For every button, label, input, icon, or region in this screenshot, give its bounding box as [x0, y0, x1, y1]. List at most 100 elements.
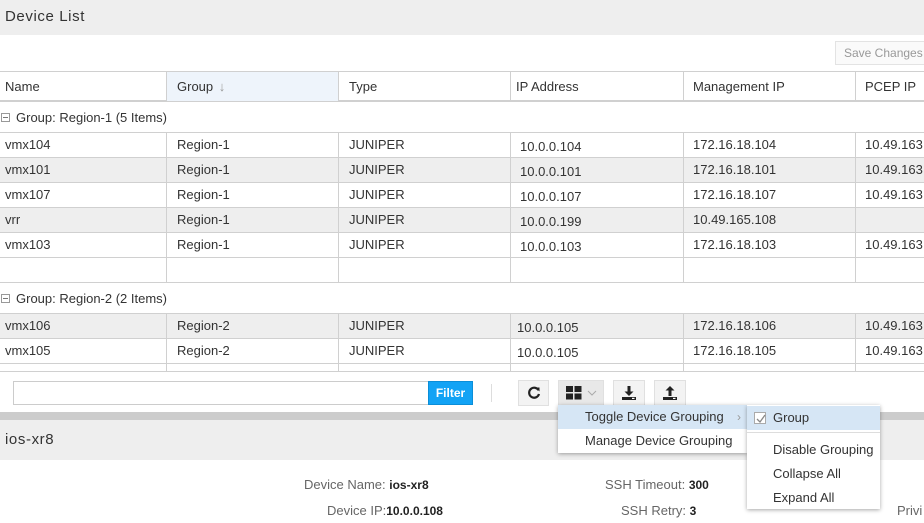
- group-row-region-2[interactable]: Group: Region-2 (2 Items): [0, 283, 924, 314]
- save-changes-button[interactable]: Save Changes: [835, 41, 924, 65]
- cell-group: Region-1: [167, 208, 339, 232]
- cell-ip: 10.0.0.107: [511, 183, 684, 207]
- table-row-partial: [0, 364, 924, 372]
- field-ssh-timeout: SSH Timeout: 300: [605, 477, 709, 492]
- field-device-ip: Device IP:10.0.0.108: [327, 503, 443, 518]
- empty-cell: [511, 364, 684, 372]
- collapse-icon[interactable]: [1, 113, 10, 122]
- submenu-item-expand-all[interactable]: Expand All: [747, 486, 880, 510]
- cell-type: JUNIPER: [339, 133, 511, 157]
- field-device-name: Device Name: ios-xr8: [304, 477, 429, 492]
- field-label: Device Name:: [304, 477, 386, 492]
- field-label: Device IP:: [327, 503, 387, 518]
- menu-item-toggle-device-grouping[interactable]: Toggle Device Grouping ›: [558, 405, 747, 429]
- menu-item-label: Manage Device Grouping: [585, 433, 733, 448]
- cell-ip: 10.0.0.199: [511, 208, 684, 232]
- empty-cell: [339, 364, 511, 372]
- submenu-item-label: Group: [773, 410, 810, 425]
- empty-cell: [511, 258, 684, 282]
- table-row[interactable]: vmx101 Region-1 JUNIPER 10.0.0.101 172.1…: [0, 158, 924, 183]
- column-header-ip-address[interactable]: IP Address: [511, 72, 684, 101]
- table-row[interactable]: vmx104 Region-1 JUNIPER 10.0.0.104 172.1…: [0, 133, 924, 158]
- column-header-type[interactable]: Type: [339, 72, 511, 101]
- upload-icon: [663, 386, 677, 400]
- table-row[interactable]: vmx106 Region-2 JUNIPER 10.0.0.105 172.1…: [0, 314, 924, 339]
- field-label: SSH Timeout:: [605, 477, 686, 492]
- group-row-region-1[interactable]: Group: Region-1 (5 Items): [0, 102, 924, 133]
- group-label: Group: Region-2 (2 Items): [16, 291, 168, 306]
- column-label: Type: [349, 79, 378, 94]
- cell-type: JUNIPER: [339, 183, 511, 207]
- download-button[interactable]: [613, 380, 645, 406]
- column-label: Group: [177, 79, 214, 94]
- column-label: PCEP IP: [865, 79, 917, 94]
- cell-type: JUNIPER: [339, 208, 511, 232]
- submenu-item-label: Expand All: [773, 490, 835, 505]
- cell-group: Region-1: [167, 183, 339, 207]
- filter-input[interactable]: [13, 381, 429, 405]
- collapse-icon[interactable]: [1, 294, 10, 303]
- checkbox-checked-icon[interactable]: [754, 412, 766, 424]
- cell-mgmt-ip: 172.16.18.106: [684, 314, 856, 338]
- column-header-management-ip[interactable]: Management IP: [684, 72, 856, 101]
- table-row[interactable]: vmx107 Region-1 JUNIPER 10.0.0.107 172.1…: [0, 183, 924, 208]
- field-value: 10.0.0.108: [386, 504, 443, 518]
- cell-type: JUNIPER: [339, 339, 511, 363]
- cell-name: vmx105: [0, 339, 167, 363]
- arrow-down-icon: ↓: [218, 79, 226, 94]
- cell-ip: 10.0.0.104: [511, 133, 684, 157]
- menu-item-manage-device-grouping[interactable]: Manage Device Grouping: [558, 429, 747, 453]
- table-row[interactable]: vrr Region-1 JUNIPER 10.0.0.199 10.49.16…: [0, 208, 924, 233]
- column-header-name[interactable]: Name: [0, 72, 167, 101]
- submenu-item-collapse-all[interactable]: Collapse All: [747, 462, 880, 486]
- cell-pcep-ip: 10.49.163: [865, 237, 923, 252]
- cell-group: Region-1: [167, 133, 339, 157]
- cell-name: vrr: [0, 208, 167, 232]
- device-list-page: Device List Save Changes Name Group ↓ Ty…: [0, 0, 924, 523]
- cell-pcep-ip: [856, 208, 924, 232]
- cell-type: JUNIPER: [339, 314, 511, 338]
- table-row[interactable]: vmx103 Region-1 JUNIPER 10.0.0.103 172.1…: [0, 233, 924, 258]
- refresh-icon: [527, 386, 540, 399]
- column-header-group[interactable]: Group ↓: [167, 72, 339, 101]
- field-value: 300: [688, 478, 709, 492]
- chevron-down-icon: [587, 390, 596, 396]
- empty-cell: [339, 258, 511, 282]
- field-label: SSH Retry:: [621, 503, 687, 518]
- field-value: ios-xr8: [389, 478, 429, 492]
- cell-mgmt-ip: 172.16.18.107: [684, 183, 856, 207]
- column-header-pcep-ip[interactable]: PCEP IP: [856, 72, 924, 101]
- submenu-item-disable-grouping[interactable]: Disable Grouping: [747, 438, 880, 462]
- cell-name: vmx107: [0, 183, 167, 207]
- toolbar-divider: [491, 384, 492, 402]
- cell-pcep-ip: 10.49.163: [865, 343, 923, 358]
- empty-cell: [856, 364, 924, 372]
- column-label: Management IP: [693, 79, 785, 94]
- field-ssh-retry: SSH Retry: 3: [621, 503, 696, 518]
- table-row[interactable]: vmx105 Region-2 JUNIPER 10.0.0.105 172.1…: [0, 339, 924, 364]
- cell-pcep-ip: 10.49.163: [865, 187, 923, 202]
- submenu-item-label: Collapse All: [773, 466, 841, 481]
- cell-ip: 10.0.0.101: [511, 158, 684, 182]
- cell-mgmt-ip: 172.16.18.101: [684, 158, 856, 182]
- refresh-button[interactable]: [518, 380, 549, 406]
- device-detail-title: ios-xr8: [5, 431, 55, 448]
- grouping-menu-button[interactable]: [558, 380, 604, 406]
- cell-name: vmx101: [0, 158, 167, 182]
- device-grid: Name Group ↓ Type IP Address Management …: [0, 71, 924, 372]
- submenu-item-group[interactable]: Group: [747, 406, 880, 430]
- cell-name: vmx106: [0, 314, 167, 338]
- page-title: Device List: [5, 8, 85, 25]
- cell-mgmt-ip: 10.49.165.108: [684, 208, 856, 232]
- empty-cell: [0, 364, 167, 372]
- cell-pcep-ip: 10.49.163: [865, 318, 923, 333]
- empty-cell: [856, 258, 924, 282]
- upload-button[interactable]: [654, 380, 686, 406]
- cell-group: Region-1: [167, 233, 339, 257]
- empty-cell: [167, 364, 339, 372]
- cell-pcep-ip: 10.49.163: [865, 162, 923, 177]
- cell-group: Region-2: [167, 339, 339, 363]
- cell-mgmt-ip: 172.16.18.103: [684, 233, 856, 257]
- empty-cell: [0, 258, 167, 282]
- filter-button[interactable]: Filter: [428, 381, 473, 405]
